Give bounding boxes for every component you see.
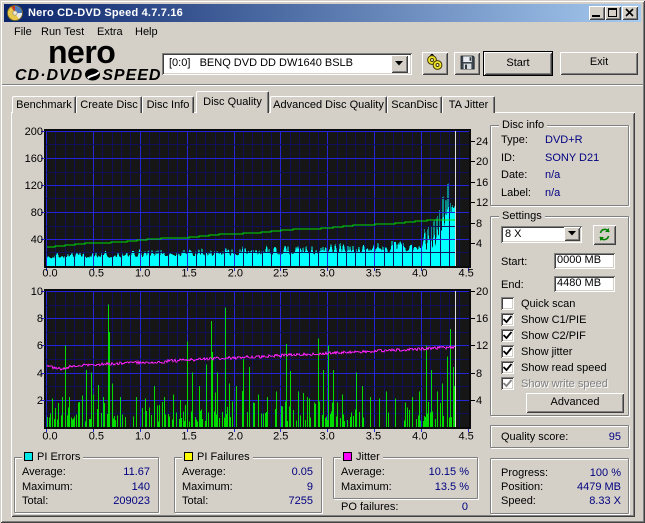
svg-text:4.0: 4.0: [412, 431, 427, 443]
svg-text:10: 10: [31, 286, 43, 298]
svg-text:0.0: 0.0: [42, 268, 57, 280]
svg-text:2.5: 2.5: [273, 268, 288, 280]
svg-text:16: 16: [476, 177, 488, 189]
svg-text:2.0: 2.0: [228, 431, 243, 443]
svg-text:4: 4: [37, 368, 43, 380]
svg-text:0.5: 0.5: [89, 431, 104, 443]
svg-text:4.0: 4.0: [412, 268, 427, 280]
svg-text:120: 120: [25, 180, 43, 192]
svg-text:8: 8: [476, 368, 482, 380]
svg-text:40: 40: [31, 234, 43, 246]
svg-text:80: 80: [31, 207, 43, 219]
svg-text:0.0: 0.0: [42, 431, 57, 443]
svg-text:4.5: 4.5: [459, 268, 474, 280]
svg-text:24: 24: [476, 136, 488, 148]
svg-text:160: 160: [25, 153, 43, 165]
svg-text:2.0: 2.0: [228, 268, 243, 280]
svg-text:6: 6: [37, 340, 43, 352]
svg-text:20: 20: [476, 286, 488, 298]
svg-text:4: 4: [476, 395, 482, 407]
svg-text:3.5: 3.5: [366, 268, 381, 280]
svg-text:3.5: 3.5: [366, 431, 381, 443]
svg-text:2: 2: [37, 395, 43, 407]
svg-text:3.0: 3.0: [319, 431, 334, 443]
svg-text:3.0: 3.0: [319, 268, 334, 280]
svg-text:200: 200: [25, 126, 43, 138]
svg-text:2.5: 2.5: [273, 431, 288, 443]
svg-text:20: 20: [476, 156, 488, 168]
svg-text:0.5: 0.5: [89, 268, 104, 280]
svg-text:12: 12: [476, 197, 488, 209]
svg-text:8: 8: [37, 313, 43, 325]
svg-text:4: 4: [476, 238, 482, 250]
svg-text:8: 8: [476, 218, 482, 230]
svg-text:12: 12: [476, 340, 488, 352]
svg-text:4.5: 4.5: [459, 431, 474, 443]
svg-text:1.5: 1.5: [181, 431, 196, 443]
svg-text:1.0: 1.0: [135, 268, 150, 280]
svg-text:1.5: 1.5: [181, 268, 196, 280]
svg-text:16: 16: [476, 313, 488, 325]
svg-text:1.0: 1.0: [135, 431, 150, 443]
